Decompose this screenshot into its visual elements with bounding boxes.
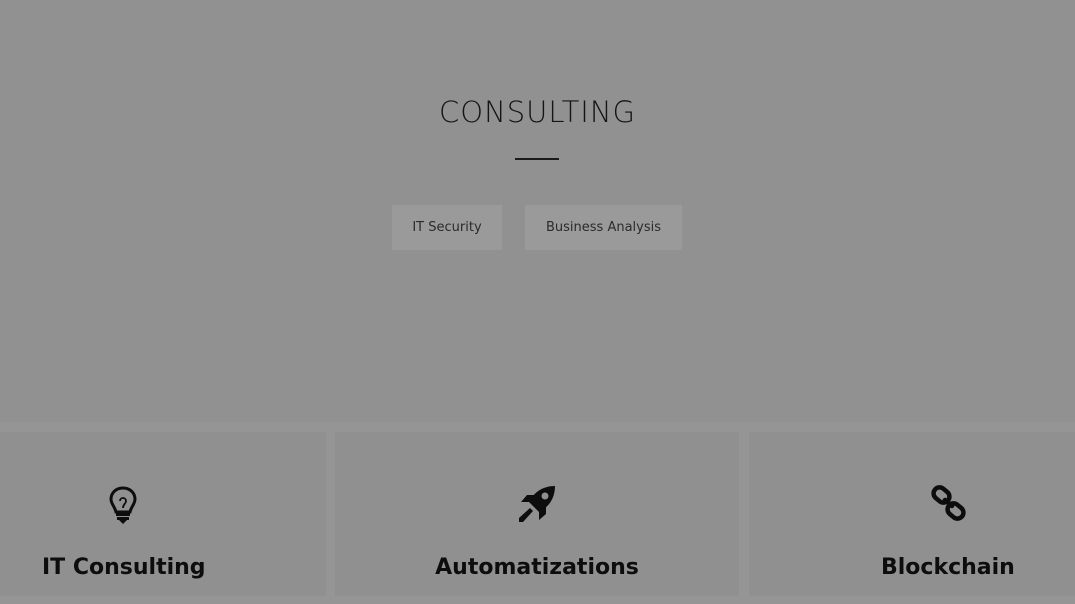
- tag-it-security[interactable]: IT Security: [392, 205, 502, 250]
- tag-business-analysis[interactable]: Business Analysis: [525, 205, 682, 250]
- title-divider: [515, 158, 559, 160]
- service-card-it-consulting[interactable]: IT Consulting: [0, 432, 326, 596]
- rocket-icon: [519, 486, 555, 522]
- service-card-blockchain[interactable]: Blockchain: [749, 432, 1075, 596]
- service-card-automatizations[interactable]: Automatizations: [335, 432, 739, 596]
- lightbulb-icon: [109, 486, 137, 524]
- page-title: CONSULTING: [439, 95, 636, 129]
- hero-section: CONSULTING IT Security Business Analysis: [0, 0, 1075, 422]
- tag-list: IT Security Business Analysis: [0, 205, 1075, 250]
- service-title: Automatizations: [435, 555, 639, 580]
- service-title: IT Consulting: [42, 555, 206, 580]
- service-title: Blockchain: [881, 555, 1015, 580]
- chain-link-icon: [931, 485, 966, 521]
